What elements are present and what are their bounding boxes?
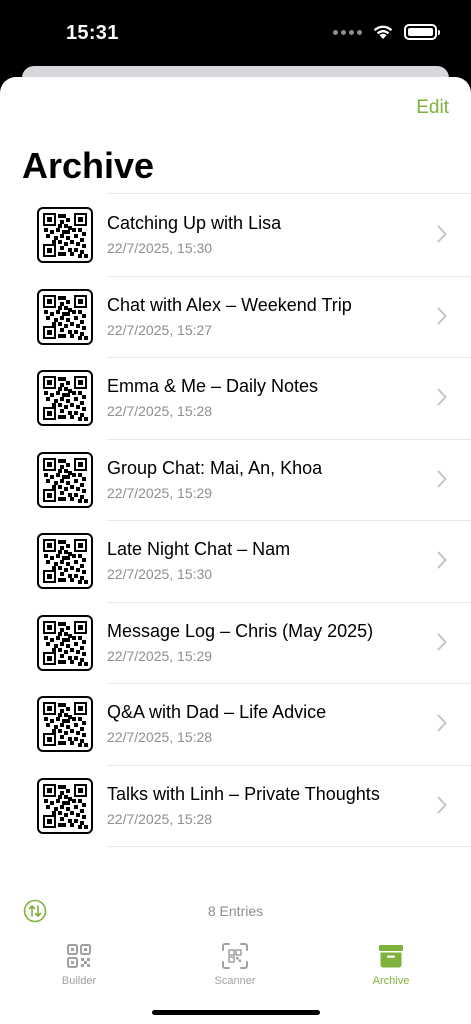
chevron-right-icon <box>437 551 447 569</box>
chevron-right-icon <box>437 307 447 324</box>
row-separator <box>107 846 471 847</box>
entry-date: 22/7/2025, 15:28 <box>107 729 213 745</box>
entry-title: Talks with Linh – Private Thoughts <box>107 783 380 804</box>
qr-code-icon <box>37 777 93 834</box>
entry-date: 22/7/2025, 15:30 <box>107 240 213 256</box>
entry-date: 22/7/2025, 15:29 <box>107 484 213 501</box>
qr-code-icon <box>37 614 93 671</box>
entry-date: 22/7/2025, 15:27 <box>107 321 213 338</box>
entry-title: Late Night Chat – Nam <box>107 539 291 559</box>
home-indicator <box>152 1010 320 1015</box>
chevron-right-icon <box>437 225 447 243</box>
chevron-right-icon <box>437 633 447 650</box>
qr-code-icon <box>37 370 93 426</box>
entry-title: Q&A with Dad – Life Advice <box>107 702 327 722</box>
cellular-signal-icon <box>333 29 362 35</box>
edit-button[interactable]: Edit <box>416 97 449 119</box>
qr-code-icon <box>37 451 93 508</box>
qr-code-icon <box>37 533 93 589</box>
qr-code-icon <box>37 207 93 263</box>
archive-box-icon <box>379 945 403 968</box>
entry-date: 22/7/2025, 15:30 <box>107 566 213 582</box>
tab-label: Archive <box>372 975 410 987</box>
list-item[interactable]: Late Night Chat – Nam 22/7/2025, 15:30 <box>0 520 471 603</box>
battery-icon <box>404 24 440 40</box>
qr-code-icon <box>37 288 93 345</box>
tab-bar: Builder Scanner Archive <box>0 937 471 997</box>
status-time: 15:31 <box>66 22 119 44</box>
chevron-right-icon <box>437 470 447 487</box>
chevron-right-icon <box>437 714 447 732</box>
chevron-right-icon <box>437 796 447 813</box>
list-item[interactable]: Chat with Alex – Weekend Trip 22/7/2025,… <box>0 276 471 358</box>
tab-scanner[interactable]: Scanner <box>175 941 295 987</box>
list-item[interactable]: Emma & Me – Daily Notes 22/7/2025, 15:28 <box>0 357 471 440</box>
entry-date: 22/7/2025, 15:28 <box>107 403 213 419</box>
tab-label: Scanner <box>214 975 256 987</box>
qr-scan-icon <box>222 943 248 969</box>
entry-date: 22/7/2025, 15:28 <box>107 810 213 827</box>
status-icons <box>333 24 440 40</box>
tab-archive[interactable]: Archive <box>331 941 451 987</box>
list-item[interactable]: Group Chat: Mai, An, Khoa 22/7/2025, 15:… <box>0 439 471 521</box>
chevron-right-icon <box>437 388 447 406</box>
tab-label: Builder <box>61 975 97 987</box>
archive-list: Catching Up with Lisa 22/7/2025, 15:30 C… <box>37 193 471 847</box>
list-item[interactable]: Talks with Linh – Private Thoughts 22/7/… <box>0 765 471 847</box>
entry-title: Message Log – Chris (May 2025) <box>107 620 374 641</box>
entry-title: Emma & Me – Daily Notes <box>107 376 319 396</box>
entry-title: Catching Up with Lisa <box>107 213 282 233</box>
list-item[interactable]: Catching Up with Lisa 22/7/2025, 15:30 <box>0 194 471 277</box>
tab-builder[interactable]: Builder <box>19 941 139 987</box>
list-item[interactable]: Message Log – Chris (May 2025) 22/7/2025… <box>0 602 471 684</box>
entry-title: Group Chat: Mai, An, Khoa <box>107 457 323 478</box>
entries-count: 8 Entries <box>207 903 264 919</box>
entry-title: Chat with Alex – Weekend Trip <box>107 294 352 315</box>
wifi-icon <box>373 25 393 39</box>
qr-code-icon <box>37 696 93 752</box>
page-title: Archive <box>22 145 155 186</box>
entry-date: 22/7/2025, 15:29 <box>107 647 213 664</box>
status-bar: 15:31 <box>0 0 471 70</box>
list-item[interactable]: Q&A with Dad – Life Advice 22/7/2025, 15… <box>0 683 471 766</box>
archive-sheet: Edit Archive Catching Up with Lisa 22/7/… <box>0 77 471 1024</box>
qr-grid-icon <box>67 944 91 968</box>
